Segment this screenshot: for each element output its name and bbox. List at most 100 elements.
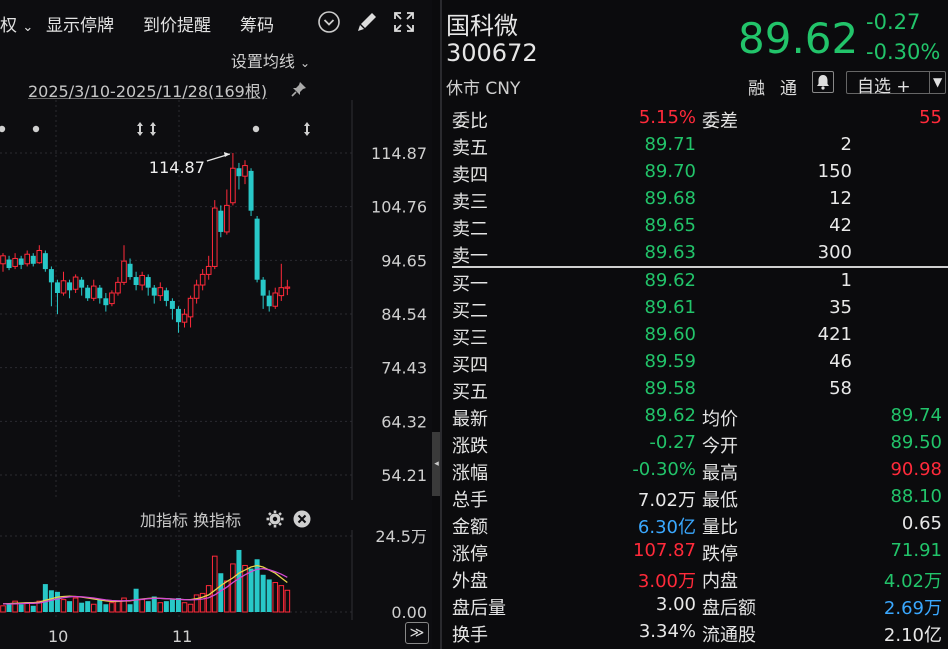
switch-indicator-button[interactable]: 换指标 <box>193 511 241 530</box>
volume-bar <box>181 602 188 613</box>
volume-bar <box>205 585 212 613</box>
volume-bar <box>79 602 85 612</box>
pin-icon[interactable] <box>290 80 308 98</box>
commit-ratio-label: 委比 <box>452 111 488 132</box>
candle-body <box>157 287 164 297</box>
level-label: 卖二 <box>452 219 488 240</box>
level-volume: 300 <box>817 242 852 263</box>
volume-chart[interactable]: 24.5万 0.00 <box>0 530 432 620</box>
stat-value: 3.34% <box>638 621 696 642</box>
candle-body <box>67 282 73 291</box>
level-label: 买二 <box>452 301 488 322</box>
ask-level-row[interactable]: 卖三 89.68 12 <box>452 186 948 213</box>
bid-level-row[interactable]: 买五 89.58 58 <box>452 376 948 403</box>
price-alert-button[interactable]: 到价提醒 <box>143 11 211 36</box>
candle-body <box>163 290 169 301</box>
stat-value: 2.10亿 <box>883 625 942 646</box>
volume-bar <box>18 604 24 612</box>
candle-body <box>139 274 145 286</box>
rights-adjust-dropdown[interactable]: 权 ⌄ <box>0 11 33 36</box>
bid-level-row[interactable]: 买三 89.60 421 <box>452 322 948 349</box>
market-status: 休市 CNY <box>446 79 521 99</box>
volume-bar <box>24 602 30 613</box>
stat-value: 2.69万 <box>883 598 942 619</box>
indicator-controls: 加指标 换指标 <box>140 507 241 531</box>
candlestick-chart[interactable]: 114.87 104.76 94.65 84.54 74.43 64.32 54.21 114… <box>0 100 432 500</box>
date-range-label[interactable]: 2025/3/10-2025/11/28(169根) <box>28 78 267 102</box>
level-price: 89.59 <box>644 351 696 372</box>
collapse-circle-icon[interactable] <box>316 9 342 35</box>
y-tick-label: 74.43 <box>381 359 427 378</box>
chevron-down-icon: ⌄ <box>299 56 310 70</box>
level-volume: 150 <box>817 161 852 182</box>
candle-body <box>90 285 97 299</box>
chart-panel: 权 ⌄ 显示停牌 到价提醒 筹码 设置均线 ⌄ 2025/3/10-2025/1… <box>0 0 432 649</box>
candle-body <box>242 165 248 177</box>
level-price: 89.62 <box>644 270 696 291</box>
candle-body <box>211 207 218 267</box>
volume-bar <box>157 602 164 613</box>
candle-body <box>205 265 212 275</box>
bid-level-row[interactable]: 买一 89.62 1 <box>452 268 948 295</box>
candle-body <box>199 273 206 286</box>
stat-label: 今开 <box>702 436 738 457</box>
chart-toolbar: 权 ⌄ 显示停牌 到价提醒 筹码 <box>0 0 432 44</box>
stat-label: 涨跌 <box>452 436 488 457</box>
candle-body <box>121 260 127 283</box>
ask-level-row[interactable]: 卖二 89.65 42 <box>452 213 948 240</box>
volume-bar <box>284 589 291 613</box>
stock-connect-tag[interactable]: 通 <box>780 74 797 99</box>
add-to-watchlist-button[interactable]: 自选 + ▼ <box>846 71 946 97</box>
candle-body <box>54 282 60 293</box>
volume-bar <box>72 597 79 613</box>
stat-row: 涨跌 -0.27 今开 89.50 <box>452 430 948 457</box>
commit-ratio-value: 5.15% <box>638 107 696 128</box>
stat-label: 盘后额 <box>702 598 756 619</box>
candle-body <box>254 218 260 280</box>
gear-icon[interactable] <box>266 510 284 528</box>
bid-levels: 买一 89.62 1 买二 89.61 35 买三 89.60 421 买四 89.59 46 买五 89… <box>452 268 948 403</box>
close-icon[interactable] <box>293 510 311 528</box>
candle-body <box>115 281 121 294</box>
margin-trading-tag[interactable]: 融 <box>748 74 765 99</box>
alert-bell-button[interactable] <box>812 71 834 93</box>
draw-pen-icon[interactable] <box>354 9 380 35</box>
y-tick-label: 24.5万 <box>375 530 427 546</box>
volume-bar <box>139 599 145 613</box>
x-axis-label: 11 <box>172 627 193 646</box>
stat-row: 涨幅 -0.30% 最高 90.98 <box>452 457 948 484</box>
candle-body <box>42 253 48 270</box>
ask-level-row[interactable]: 卖五 89.71 2 <box>452 132 948 159</box>
chevron-down-icon[interactable]: ▼ <box>933 72 942 93</box>
candle-body <box>181 313 188 323</box>
level-volume: 2 <box>840 134 852 155</box>
volume-bar <box>145 601 151 612</box>
stat-value: 6.30亿 <box>637 517 696 538</box>
ma-settings-dropdown[interactable]: 设置均线 ⌄ <box>231 48 310 72</box>
y-tick-label: 94.65 <box>381 251 427 270</box>
expand-button[interactable]: ≫ <box>405 622 429 644</box>
commit-ratio-row: 委比 5.15% 委差 55 <box>452 105 948 132</box>
stat-label: 涨停 <box>452 544 488 565</box>
stat-row: 涨停 107.87 跌停 71.91 <box>452 538 948 565</box>
show-suspended-button[interactable]: 显示停牌 <box>46 11 114 36</box>
ask-level-row[interactable]: 卖一 89.63 300 <box>452 240 948 267</box>
candle-body <box>127 263 133 278</box>
level-label: 卖一 <box>452 246 488 267</box>
high-annotation-label: 114.87 <box>149 158 205 177</box>
fullscreen-icon[interactable] <box>391 9 417 35</box>
stat-value: -0.27 <box>649 432 696 453</box>
ask-level-row[interactable]: 卖四 89.70 150 <box>452 159 948 186</box>
bid-level-row[interactable]: 买二 89.61 35 <box>452 295 948 322</box>
quote-panel: 国科微 300672 休市 CNY 89.62 -0.27 -0.30% 融 通… <box>442 0 948 649</box>
event-marker-icon <box>252 125 260 133</box>
level-price: 89.60 <box>644 324 696 345</box>
volume-bar <box>236 549 242 612</box>
y-tick-label: 64.32 <box>381 412 427 431</box>
bid-level-row[interactable]: 买四 89.59 46 <box>452 349 948 376</box>
stat-value: 90.98 <box>890 459 942 480</box>
candle-body <box>260 279 266 296</box>
stat-row: 盘后量 3.00 盘后额 2.69万 <box>452 592 948 619</box>
chips-button[interactable]: 筹码 <box>240 11 274 36</box>
add-indicator-button[interactable]: 加指标 <box>140 511 188 530</box>
